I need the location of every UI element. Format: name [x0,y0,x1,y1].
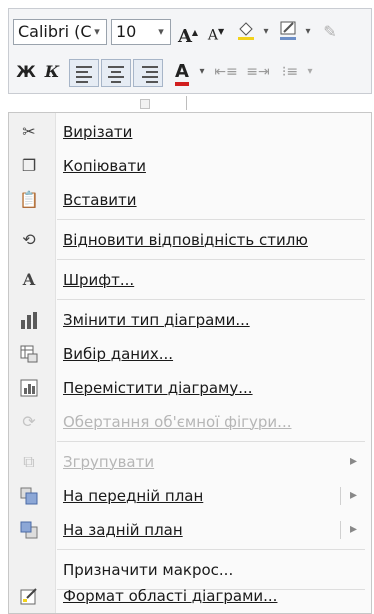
copy-icon: ❐ [21,156,37,175]
font-icon: A [22,270,36,289]
submenu-divider [340,487,341,505]
align-left-button[interactable] [69,59,99,87]
align-right-button[interactable] [133,59,163,87]
font-color-button[interactable]: A [169,59,195,86]
menu-item-select-data[interactable]: Вибір даних... [9,337,371,371]
menu-item-font[interactable]: A Шрифт... [9,263,371,297]
toolbar-row-2: Ж К A ▾ ⇤≡ ≡⇥ ⁝≡ ▾ [13,55,367,89]
menu-item-send-to-back[interactable]: На задній план ▸ [9,513,371,547]
bold-button[interactable]: Ж [13,59,39,85]
pen-outline-icon [280,21,296,40]
menu-item-label: Шрифт... [63,271,135,289]
menu-item-paste[interactable]: 📋 Вставити [9,183,371,217]
menu-item-label: Вирізати [63,123,133,141]
font-size-dropdown-icon[interactable]: ▾ [154,20,168,44]
paste-icon: 📋 [19,190,39,209]
3d-rotation-icon: ⟳ [22,412,36,431]
chart-type-icon [19,310,39,330]
paint-bucket-icon [238,22,254,40]
menu-item-bring-to-front[interactable]: На передній план ▸ [9,479,371,513]
format-chart-area-icon [19,586,39,606]
grow-font-button[interactable]: A▲ [175,19,201,47]
fill-color-button[interactable] [233,19,259,45]
grow-font-caret-icon: ▲ [191,27,199,37]
menu-item-move-chart[interactable]: Перемістити діаграму... [9,371,371,405]
mini-toolbar: Calibri (C ▾ 10 ▾ A▲ A▼ ▾ ▾ ✎ Ж К A ▾ ⇤≡… [8,8,372,94]
grip-line [186,96,187,110]
menu-item-label: Вибір даних... [63,345,174,363]
menu-item-label: Формат області діаграми... [63,587,278,605]
menu-item-label: Обертання об'ємної фігури... [63,413,292,431]
outline-color-dropdown-icon[interactable]: ▾ [301,19,315,45]
menu-item-label: Перемістити діаграму... [63,379,253,397]
menu-item-change-chart-type[interactable]: Змінити тип діаграми... [9,303,371,337]
menu-separator [57,441,365,442]
menu-separator [57,549,365,550]
menu-separator [57,299,365,300]
menu-item-label: Вставити [63,191,137,209]
menu-item-reset-style[interactable]: ⟲ Відновити відповідність стилю [9,223,371,257]
grow-font-label: A [177,26,192,47]
send-back-icon [19,520,39,540]
submenu-arrow-icon[interactable]: ▸ [350,487,357,503]
move-chart-icon [19,378,39,398]
bullets-dropdown-icon[interactable]: ▾ [303,59,317,85]
format-painter-icon[interactable]: ✎ [317,19,343,45]
menu-item-copy[interactable]: ❐ Копіювати [9,149,371,183]
fill-color-dropdown-icon[interactable]: ▾ [259,19,273,45]
font-color-dropdown-icon[interactable]: ▾ [195,59,209,85]
italic-button[interactable]: К [39,59,65,85]
bullets-icon[interactable]: ⁝≡ [277,59,303,85]
context-menu: ✂ Вирізати ❐ Копіювати 📋 Вставити ⟲ Відн… [8,112,372,614]
toolbar-row-1: Calibri (C ▾ 10 ▾ A▲ A▼ ▾ ▾ ✎ [13,15,367,49]
submenu-divider [340,521,341,539]
menu-item-label: Призначити макрос... [63,561,234,579]
menu-item-label: На передній план [63,487,204,505]
menu-item-label: Копіювати [63,157,146,175]
menu-item-cut[interactable]: ✂ Вирізати [9,115,371,149]
menu-item-label: Згрупувати [63,453,155,471]
font-color-label: A [175,62,189,86]
font-name-dropdown-icon[interactable]: ▾ [90,20,104,44]
menu-item-format-chart-area[interactable]: Формат області діаграми... [9,579,371,613]
bring-front-icon [19,486,39,506]
scissors-icon: ✂ [22,122,36,141]
submenu-arrow-icon: ▸ [349,453,357,469]
font-name-combo[interactable]: Calibri (C ▾ [13,19,107,45]
menu-item-3d-rotation: ⟳ Обертання об'ємної фігури... [9,405,371,439]
increase-indent-icon[interactable]: ≡⇥ [245,59,271,85]
menu-separator [57,219,365,220]
font-size-value: 10 [116,22,137,41]
menu-item-group: ⧉ Згрупувати ▸ [9,445,371,479]
align-center-button[interactable] [101,59,131,87]
menu-item-label: Змінити тип діаграми... [63,311,250,329]
font-size-combo[interactable]: 10 ▾ [111,19,171,45]
font-name-value: Calibri (C [18,22,92,41]
menu-separator [57,259,365,260]
select-data-icon [19,344,39,364]
menu-item-label: Відновити відповідність стилю [63,231,308,249]
shrink-font-button[interactable]: A▼ [203,19,229,45]
decrease-indent-icon[interactable]: ⇤≡ [213,59,239,85]
shrink-font-label: A [207,27,218,44]
group-icon: ⧉ [23,452,35,471]
reset-style-icon: ⟲ [22,230,36,249]
menu-item-label: На задній план [63,521,183,539]
shrink-font-caret-icon: ▼ [217,27,225,36]
grip-handle [140,99,150,109]
outline-color-button[interactable] [275,19,301,45]
toolbar-grip [0,96,374,110]
submenu-arrow-icon[interactable]: ▸ [350,521,357,537]
